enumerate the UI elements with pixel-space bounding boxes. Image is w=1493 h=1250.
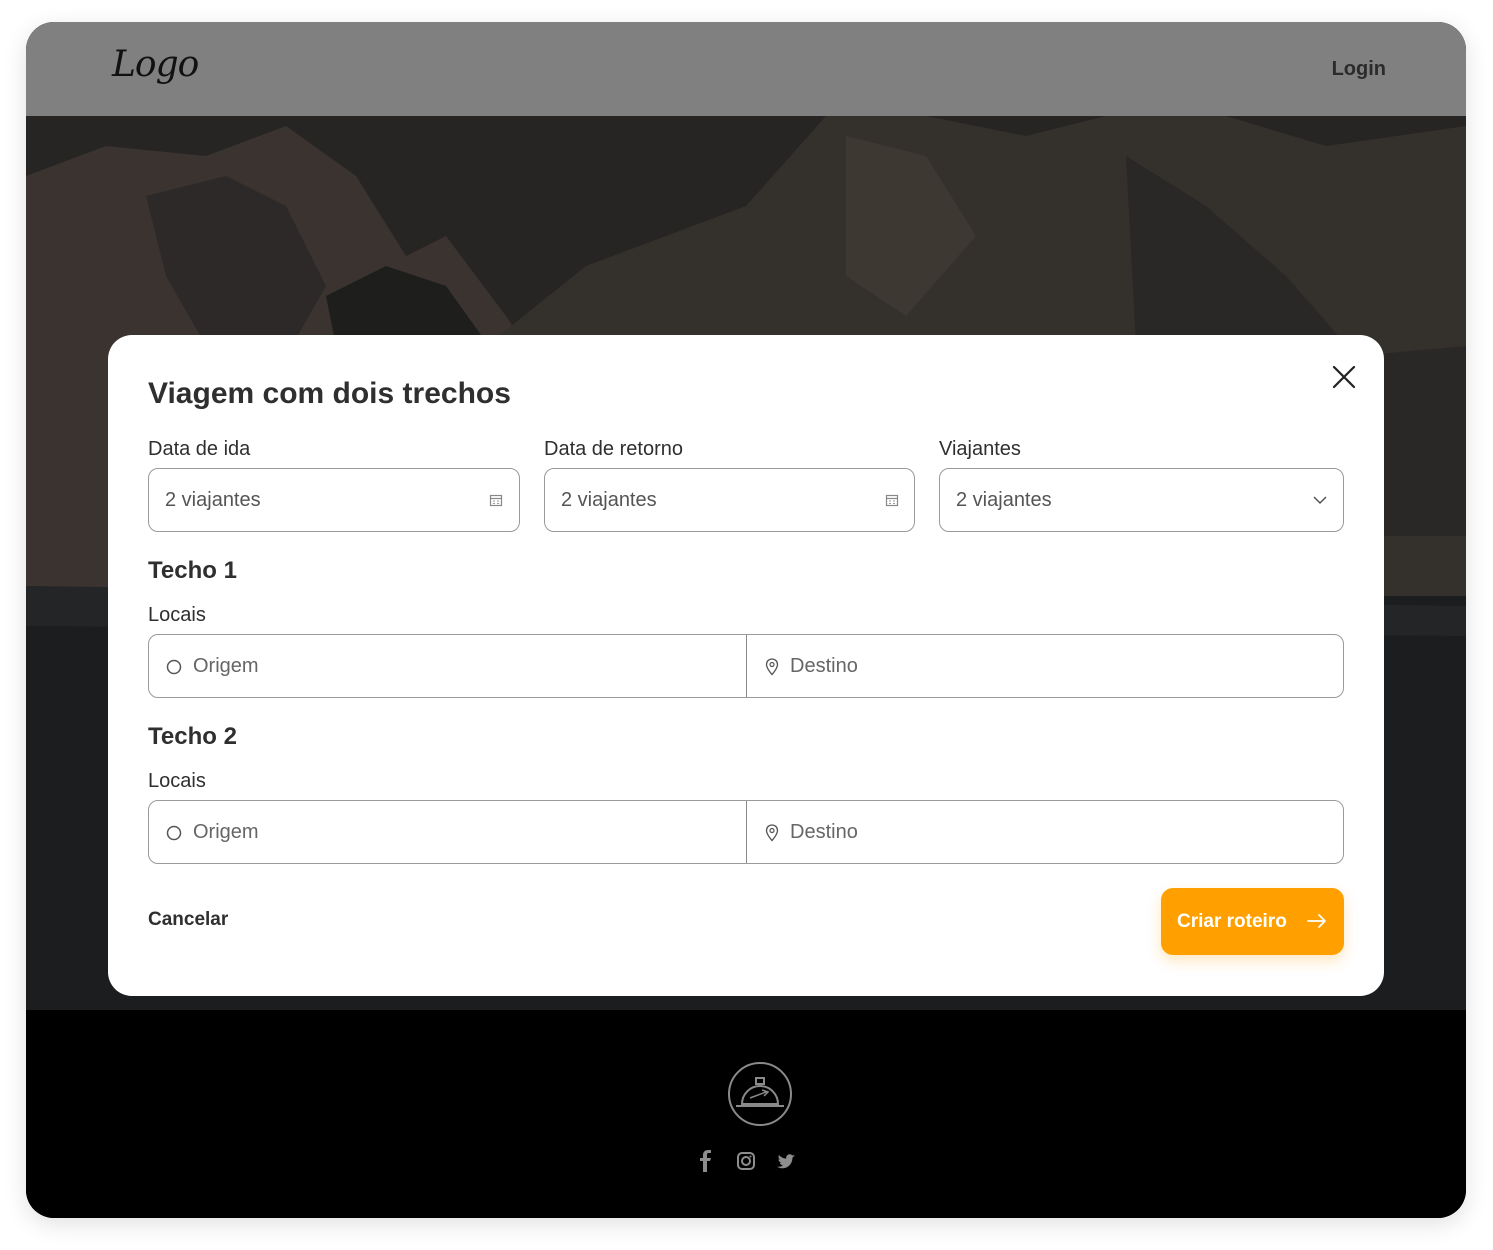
return-date-input[interactable]: 2 viajantes (544, 468, 915, 532)
calendar-icon[interactable] (885, 493, 899, 507)
travelers-label: Viajantes (939, 438, 1021, 460)
two-leg-trip-modal: Viagem com dois trechos Data de ida 2 vi… (108, 335, 1384, 996)
leg-1-locations-label: Locais (148, 604, 206, 626)
instagram-icon[interactable] (737, 1150, 755, 1172)
logo[interactable]: Logo (112, 44, 199, 85)
leg-1-origin-input[interactable]: Origem (149, 635, 746, 697)
origin-circle-icon (166, 659, 182, 675)
top-header: Logo Login (26, 22, 1466, 116)
leg-1-destination-placeholder: Destino (790, 655, 858, 677)
leg-1-locations-input: Origem Destino (148, 634, 1344, 698)
calendar-icon[interactable] (489, 493, 503, 507)
leg-2-title: Techo 2 (148, 723, 237, 750)
social-links (26, 1150, 1466, 1172)
modal-title: Viagem com dois trechos (148, 377, 511, 410)
leg-2-origin-input[interactable]: Origem (149, 801, 746, 863)
leg-1-destination-input[interactable]: Destino (747, 635, 1343, 697)
cancel-button[interactable]: Cancelar (148, 909, 228, 931)
leg-2-destination-placeholder: Destino (790, 821, 858, 843)
leg-2-locations-input: Origem Destino (148, 800, 1344, 864)
leg-2-locations-label: Locais (148, 770, 206, 792)
return-date-label: Data de retorno (544, 438, 683, 460)
leg-1-origin-placeholder: Origem (193, 655, 259, 677)
facebook-icon[interactable] (697, 1150, 715, 1172)
travelers-select[interactable]: 2 viajantes (939, 468, 1344, 532)
create-itinerary-button[interactable]: Criar roteiro (1161, 888, 1344, 955)
departure-date-value: 2 viajantes (165, 489, 261, 511)
login-link[interactable]: Login (1332, 58, 1386, 81)
arrow-right-icon (1307, 914, 1326, 928)
origin-circle-icon (166, 825, 182, 841)
return-date-value: 2 viajantes (561, 489, 657, 511)
close-icon[interactable] (1330, 363, 1358, 391)
map-pin-icon (765, 824, 779, 842)
page-footer (26, 1010, 1466, 1218)
create-itinerary-label: Criar roteiro (1177, 911, 1287, 932)
leg-1-title: Techo 1 (148, 557, 237, 584)
close-button[interactable] (1330, 363, 1358, 391)
twitter-icon[interactable] (777, 1150, 795, 1172)
travelers-value: 2 viajantes (956, 489, 1052, 511)
departure-date-input[interactable]: 2 viajantes (148, 468, 520, 532)
leg-2-origin-placeholder: Origem (193, 821, 259, 843)
chevron-down-icon[interactable] (1312, 495, 1328, 505)
service-bell-logo-icon (728, 1062, 792, 1126)
leg-2-destination-input[interactable]: Destino (747, 801, 1343, 863)
departure-date-label: Data de ida (148, 438, 251, 460)
map-pin-icon (765, 658, 779, 676)
